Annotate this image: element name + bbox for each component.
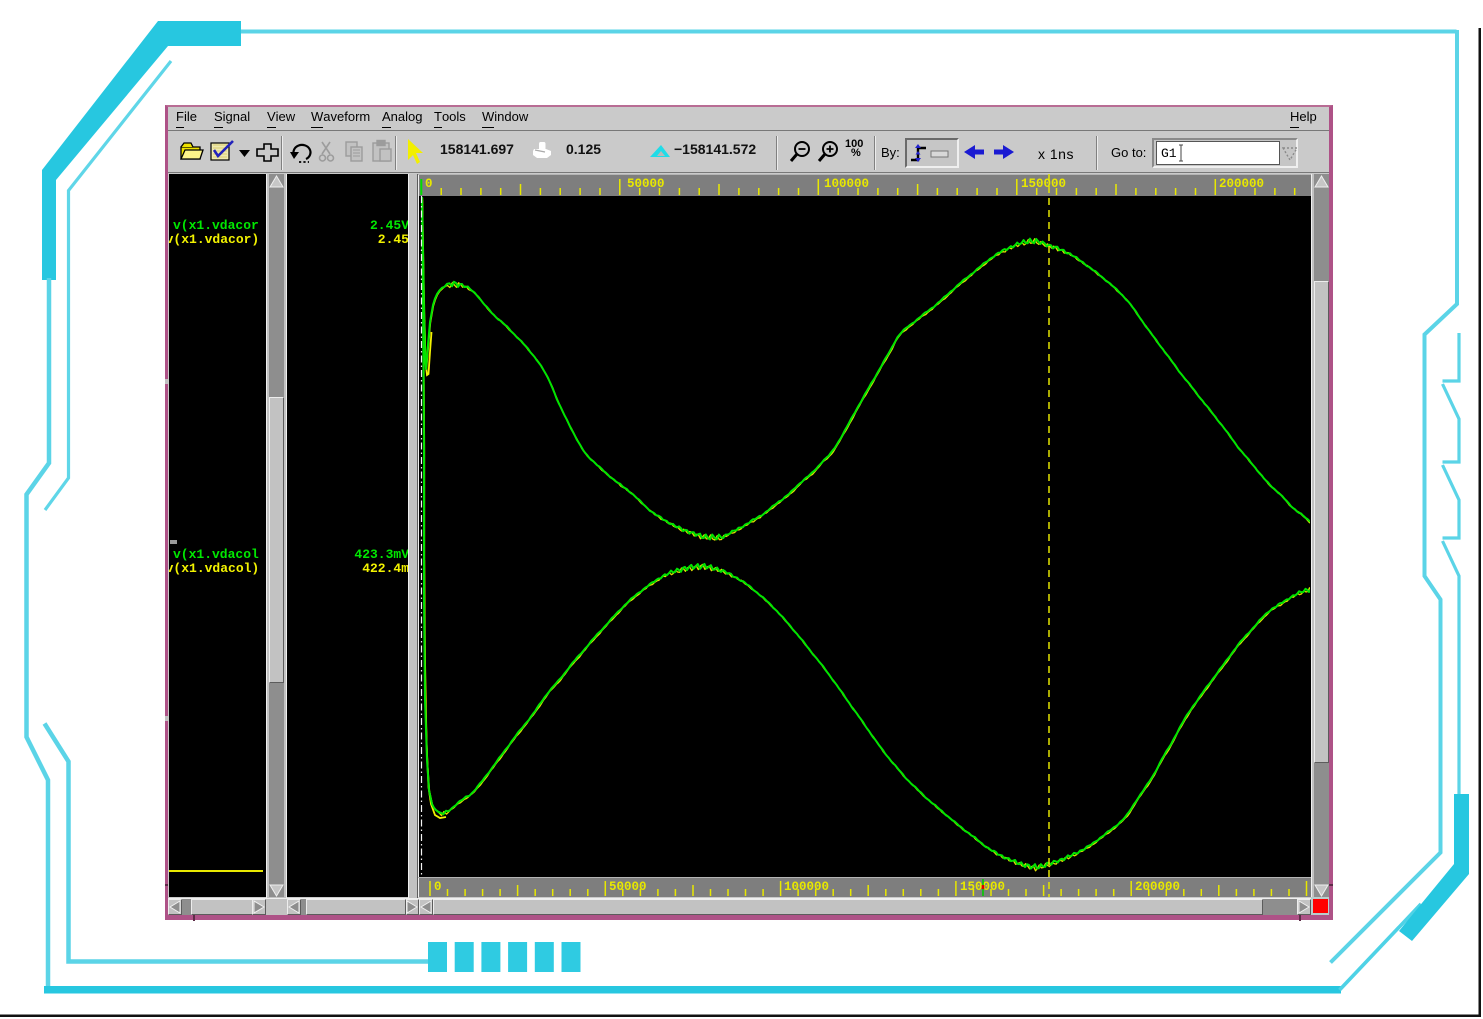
svg-text:100000: 100000	[784, 880, 829, 894]
svg-text:150000: 150000	[1021, 177, 1066, 191]
svg-text:100000: 100000	[824, 177, 869, 191]
svg-text:0: 0	[434, 880, 442, 894]
svg-text:0: 0	[425, 177, 433, 191]
svg-text:200000: 200000	[1219, 177, 1264, 191]
svg-text:50000: 50000	[627, 177, 665, 191]
svg-text:50000: 50000	[609, 880, 647, 894]
svg-text:200000: 200000	[1135, 880, 1180, 894]
